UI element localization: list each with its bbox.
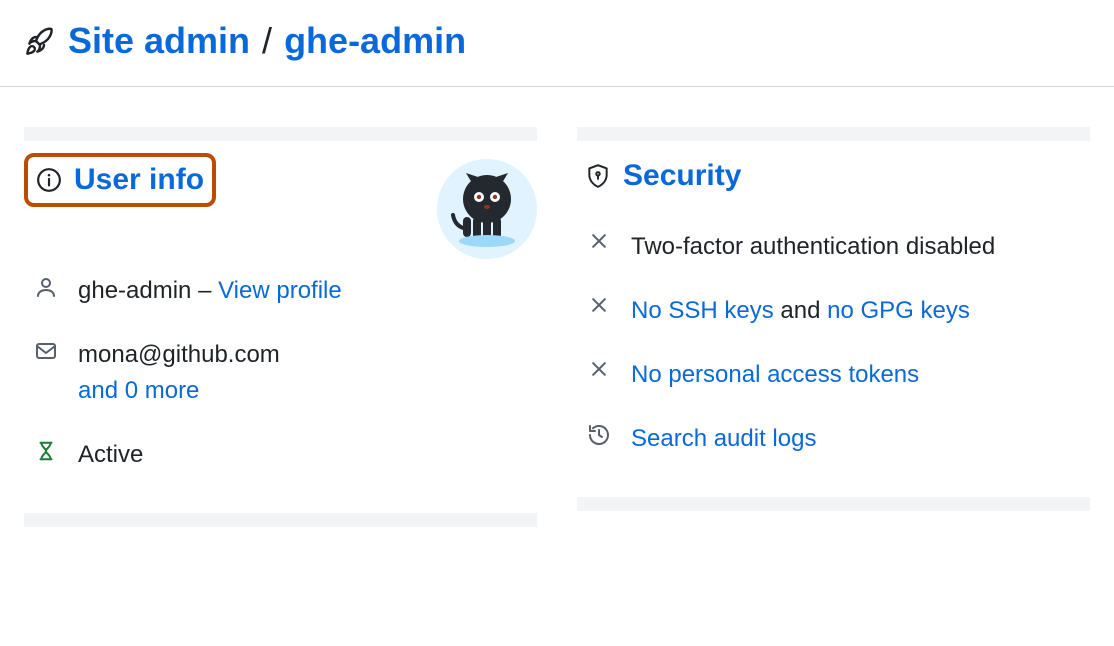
breadcrumb-root-link[interactable]: Site admin	[68, 20, 250, 62]
user-info-status-row: Active	[24, 423, 537, 487]
email-more-link[interactable]: and 0 more	[78, 377, 199, 404]
panel-divider	[24, 513, 537, 527]
panel-divider	[577, 497, 1090, 511]
breadcrumb-current-link[interactable]: ghe-admin	[284, 20, 466, 62]
breadcrumb: Site admin / ghe-admin	[68, 20, 466, 62]
user-info-email-row: mona@github.com and 0 more	[24, 323, 537, 423]
content-columns: User info	[0, 87, 1114, 527]
2fa-text: Two-factor authentication disabled	[631, 233, 995, 260]
security-2fa-row: Two-factor authentication disabled	[577, 215, 1090, 279]
security-keys-row: No SSH keys and no GPG keys	[577, 279, 1090, 343]
security-audit-row: Search audit logs	[577, 407, 1090, 471]
view-profile-link[interactable]: View profile	[218, 277, 342, 304]
avatar	[437, 159, 537, 259]
email-text: mona@github.com	[78, 341, 280, 368]
keys-and-text: and	[780, 297, 820, 324]
security-panel: Security Two-factor authentication disab…	[577, 127, 1090, 527]
security-heading-link[interactable]: Security	[623, 159, 741, 193]
pat-link[interactable]: No personal access tokens	[631, 361, 919, 388]
user-info-panel: User info	[24, 127, 537, 527]
hourglass-icon	[32, 437, 60, 463]
user-info-heading: User info	[24, 153, 216, 207]
shield-icon	[585, 163, 611, 189]
status-text: Active	[78, 441, 143, 468]
x-icon	[585, 293, 613, 315]
user-info-username-row: ghe-admin – View profile	[24, 259, 537, 323]
person-icon	[32, 273, 60, 299]
panel-divider	[24, 127, 537, 141]
user-info-list: ghe-admin – View profile mona@github.com	[24, 259, 537, 487]
gpg-keys-link[interactable]: no GPG keys	[827, 297, 970, 324]
page-header: Site admin / ghe-admin	[0, 0, 1114, 87]
rocket-icon	[24, 25, 56, 57]
mail-icon	[32, 337, 60, 363]
info-icon	[36, 167, 62, 193]
panel-divider	[577, 127, 1090, 141]
user-info-heading-link[interactable]: User info	[74, 163, 204, 197]
security-list: Two-factor authentication disabled No SS…	[577, 215, 1090, 471]
x-icon	[585, 229, 613, 251]
ssh-keys-link[interactable]: No SSH keys	[631, 297, 774, 324]
audit-log-link[interactable]: Search audit logs	[631, 425, 816, 452]
security-heading: Security	[577, 153, 1090, 199]
security-pat-row: No personal access tokens	[577, 343, 1090, 407]
breadcrumb-separator: /	[262, 20, 272, 62]
history-icon	[585, 421, 613, 447]
username-text: ghe-admin	[78, 277, 191, 304]
username-dash: –	[198, 277, 211, 304]
x-icon	[585, 357, 613, 379]
